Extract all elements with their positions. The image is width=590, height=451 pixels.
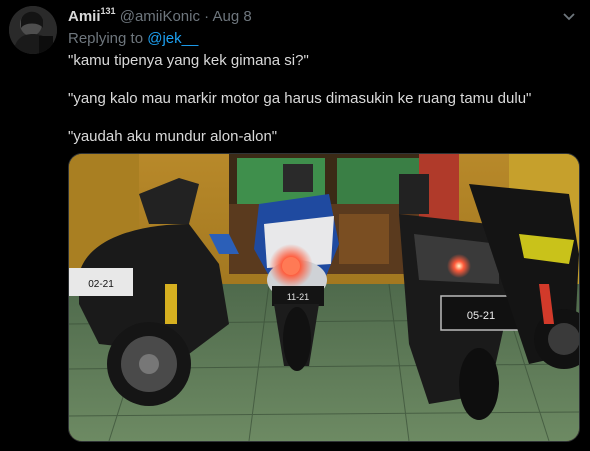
plate-1: 02-21 <box>88 279 114 290</box>
tweet-photo[interactable]: 02-21 11-21 05-21 <box>68 153 580 442</box>
chevron-down-icon[interactable] <box>562 10 576 24</box>
tweet-text-line-1: "kamu tipenya yang kek gimana si?" <box>68 52 309 69</box>
display-name-superscript: 131 <box>100 6 116 16</box>
replying-to: Replying to @jek__ <box>68 30 198 47</box>
display-name[interactable]: Amii131 <box>68 6 116 25</box>
motorcycles-photo: 02-21 11-21 05-21 <box>69 154 579 441</box>
avatar-image <box>9 6 57 54</box>
plate-2: 11-21 <box>287 292 309 302</box>
avatar[interactable] <box>9 6 57 54</box>
mention-link[interactable]: @jek__ <box>147 30 198 47</box>
tweet-text-line-2: "yang kalo mau markir motor ga harus dim… <box>68 90 532 107</box>
tweet-text-line-3: "yaudah aku mundur alon-alon" <box>68 128 278 145</box>
tweet-header: Amii131 @amiiKonic · Aug 8 <box>68 6 252 25</box>
tweet-date[interactable]: Aug 8 <box>213 8 252 25</box>
user-handle[interactable]: @amiiKonic <box>120 8 200 25</box>
replying-prefix: Replying to <box>68 30 144 47</box>
separator-dot: · <box>204 8 210 25</box>
plate-3: 05-21 <box>467 310 495 322</box>
tweet[interactable]: Amii131 @amiiKonic · Aug 8 Replying to @… <box>0 0 590 451</box>
